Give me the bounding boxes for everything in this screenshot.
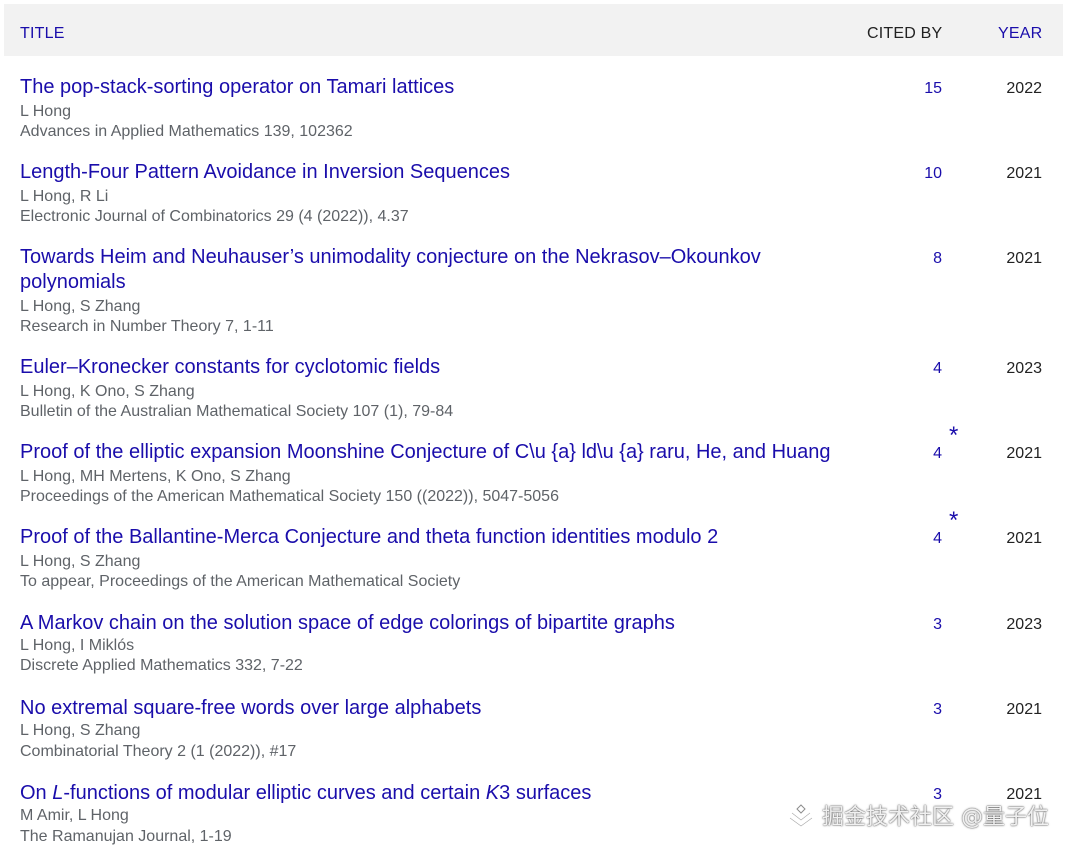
year-value: 2021: [1006, 250, 1042, 267]
cited-by-count-link[interactable]: 4: [882, 360, 942, 378]
article-title-link[interactable]: No extremal square-free words over large…: [20, 696, 840, 721]
article-venue: Combinatorial Theory 2 (1 (2022)), #17: [20, 743, 297, 760]
article-venue: Advances in Applied Mathematics 139, 102…: [20, 123, 353, 140]
sort-by-title-header[interactable]: TITLE: [20, 25, 65, 43]
article-venue: The Ramanujan Journal, 1-19: [20, 828, 232, 845]
article-authors: L Hong, MH Mertens, K Ono, S Zhang: [20, 468, 291, 485]
merged-citations-star[interactable]: *: [949, 424, 958, 448]
juejin-logo-icon: [789, 804, 813, 828]
article-authors: M Amir, L Hong: [20, 807, 129, 824]
cited-by-count-link[interactable]: 4: [882, 530, 942, 548]
article-venue: Discrete Applied Mathematics 332, 7-22: [20, 657, 303, 674]
year-value: 2021: [1006, 165, 1042, 182]
article-title-link[interactable]: Towards Heim and Neuhauser’s unimodality…: [20, 245, 840, 295]
sort-by-year-header[interactable]: YEAR: [998, 25, 1042, 43]
sort-by-cited-header[interactable]: CITED BY: [867, 25, 942, 43]
article-venue: Electronic Journal of Combinatorics 29 (…: [20, 208, 409, 225]
year-value: 2021: [1006, 445, 1042, 462]
title-text: 3 surfaces: [499, 782, 592, 804]
article-authors: L Hong, S Zhang: [20, 553, 141, 570]
year-value: 2023: [1006, 616, 1042, 633]
cited-by-count-link[interactable]: 8: [882, 250, 942, 268]
article-venue: To appear, Proceedings of the American M…: [20, 573, 461, 590]
cited-by-count-link[interactable]: 15: [882, 80, 942, 98]
article-authors: L Hong, K Ono, S Zhang: [20, 383, 195, 400]
cited-by-count-link[interactable]: 10: [882, 165, 942, 183]
article-authors: L Hong: [20, 103, 71, 120]
article-title-link[interactable]: Length-Four Pattern Avoidance in Inversi…: [20, 160, 840, 185]
article-venue: Research in Number Theory 7, 1-11: [20, 318, 274, 335]
cited-by-count-link[interactable]: 4: [882, 445, 942, 463]
merged-citations-star[interactable]: *: [949, 509, 958, 533]
title-text: -functions of modular elliptic curves an…: [63, 782, 486, 804]
article-authors: L Hong, S Zhang: [20, 722, 141, 739]
article-authors: L Hong, I Miklós: [20, 637, 135, 654]
year-value: 2021: [1006, 530, 1042, 547]
article-authors: L Hong, S Zhang: [20, 298, 141, 315]
article-venue: Proceedings of the American Mathematical…: [20, 488, 559, 505]
article-title-link[interactable]: Euler–Kronecker constants for cyclotomic…: [20, 355, 840, 380]
article-title-link[interactable]: Proof of the elliptic expansion Moonshin…: [20, 440, 840, 465]
article-title-link[interactable]: The pop-stack-sorting operator on Tamari…: [20, 75, 840, 100]
article-authors: L Hong, R Li: [20, 188, 109, 205]
article-title-link[interactable]: A Markov chain on the solution space of …: [20, 611, 840, 636]
cited-by-count-link[interactable]: 3: [882, 701, 942, 719]
title-italic-text: K: [485, 782, 500, 804]
article-title-link[interactable]: Proof of the Ballantine-Merca Conjecture…: [20, 525, 840, 550]
year-value: 2023: [1006, 360, 1042, 377]
article-venue: Bulletin of the Australian Mathematical …: [20, 403, 454, 420]
title-italic-text: L: [52, 782, 64, 804]
cited-by-count-link[interactable]: 3: [882, 616, 942, 634]
year-value: 2021: [1006, 701, 1042, 718]
table-header: TITLE CITED BY YEAR: [4, 4, 1063, 56]
year-value: 2022: [1006, 80, 1042, 97]
watermark: 掘金技术社区 @量子位: [788, 797, 1049, 833]
watermark-text: 掘金技术社区 @量子位: [822, 805, 1049, 830]
title-text: On: [20, 782, 53, 804]
article-title-link[interactable]: On L-functions of modular elliptic curve…: [20, 781, 840, 806]
